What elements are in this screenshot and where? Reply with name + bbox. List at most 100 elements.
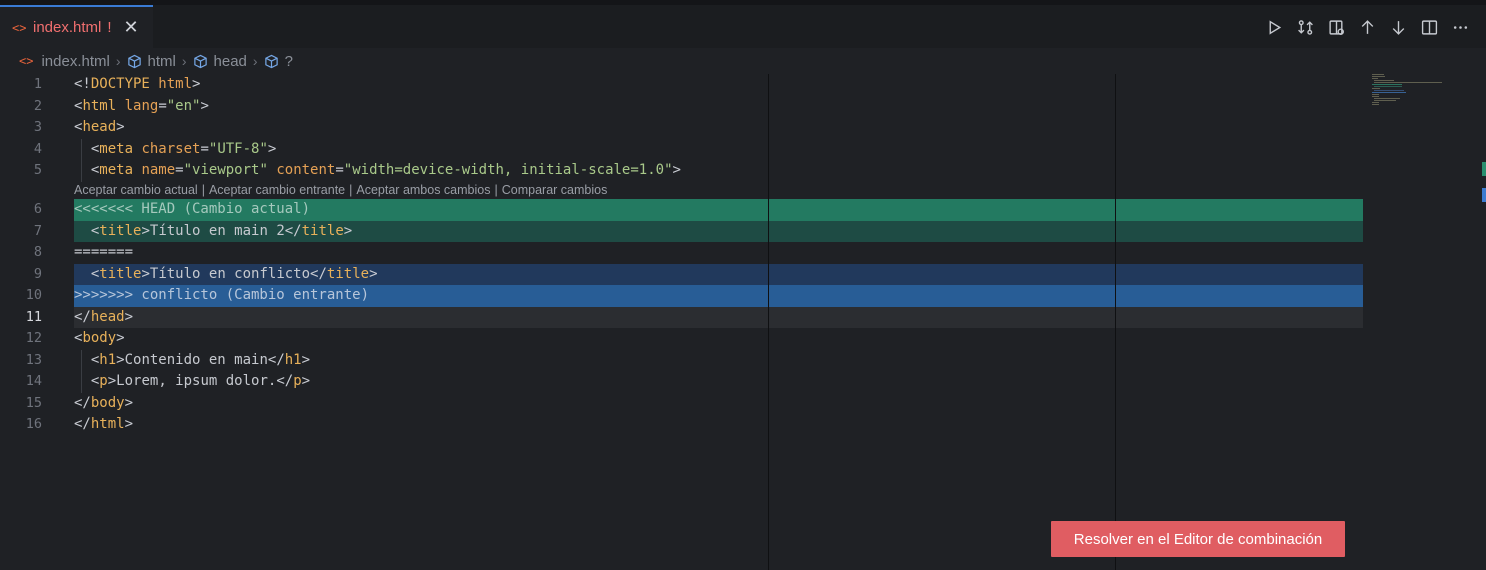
minimap-line	[1374, 100, 1396, 101]
html-file-icon: <>	[12, 20, 27, 35]
punct: </	[267, 351, 285, 368]
attribute-value: "UTF-8"	[208, 140, 268, 157]
conflict-separator-line: =======	[74, 242, 1363, 264]
code-line: <meta name="viewport" content="width=dev…	[74, 160, 1363, 182]
open-changes-icon[interactable]	[1321, 13, 1352, 41]
tag-name: body	[90, 394, 125, 411]
compare-changes-link[interactable]: Comparar cambios	[502, 183, 608, 197]
minimap[interactable]	[1370, 74, 1480, 134]
code-line: <html lang="en">	[74, 96, 1363, 118]
run-icon[interactable]	[1259, 13, 1290, 41]
code-line: <head>	[74, 117, 1363, 139]
code-line: <!DOCTYPE html>	[74, 74, 1363, 96]
split-editor-icon[interactable]	[1414, 13, 1445, 41]
attribute-name: charset	[133, 140, 201, 157]
conflict-incoming-line: <title>Título en conflicto</title>	[74, 263, 1363, 285]
compare-changes-icon[interactable]	[1290, 13, 1321, 41]
conflict-separator: =======	[74, 244, 134, 260]
line-number: 14	[25, 373, 42, 389]
text-content: Título en conflicto	[149, 265, 311, 282]
breadcrumb-html[interactable]: html	[127, 53, 176, 70]
accept-current-change-link[interactable]: Aceptar cambio actual	[74, 183, 198, 197]
minimap-line	[1372, 78, 1378, 79]
line-number: 13	[25, 351, 42, 368]
breadcrumb-label: head	[213, 52, 247, 70]
resolve-in-merge-editor-button[interactable]: Resolver en el Editor de combinación	[1051, 521, 1345, 557]
close-icon[interactable]: ✕	[124, 17, 139, 38]
attribute-value: "en"	[166, 97, 201, 114]
minimap-line	[1374, 86, 1402, 87]
line-number: 4	[33, 140, 42, 157]
code-line: </html>	[74, 414, 1363, 436]
tag-name: title	[326, 265, 370, 282]
line-number: 3	[33, 119, 42, 135]
line-number: 8	[33, 244, 42, 260]
tag-name: DOCTYPE	[90, 76, 150, 92]
editor-tab-bar: <> index.html ! ✕	[0, 0, 1486, 48]
punct: >	[192, 76, 201, 92]
punct: >	[116, 351, 125, 368]
next-conflict-icon[interactable]	[1383, 13, 1414, 41]
minimap-line	[1372, 84, 1402, 85]
editor-ruler	[768, 74, 769, 570]
conflict-marker-text: >>>>>>> conflicto (Cambio entrante)	[74, 287, 370, 303]
chevron-right-icon: ›	[115, 53, 121, 69]
punct: >	[141, 222, 150, 239]
editor-toolbar	[1259, 13, 1476, 41]
punct: =	[175, 162, 184, 178]
tag-name: p	[293, 373, 302, 389]
accept-incoming-change-link[interactable]: Aceptar cambio entrante	[209, 183, 345, 197]
line-number: 9	[33, 265, 42, 282]
punct: </	[74, 394, 91, 411]
punct: >	[124, 416, 134, 432]
attribute-name: lang	[116, 97, 159, 114]
line-number: 15	[25, 394, 42, 411]
attribute-name: content	[267, 162, 336, 178]
code-editor[interactable]: 1 2 3 4 5 6 7 8 9 10 11 12 13 14 15 16 <…	[0, 74, 1486, 570]
punct: >	[343, 222, 353, 239]
punct: >	[672, 162, 681, 178]
punct: </	[284, 222, 302, 239]
tag-name: title	[99, 222, 142, 239]
minimap-line	[1372, 92, 1406, 93]
punct: </	[310, 265, 327, 282]
attribute-value: "width=device-width, initial-scale=1.0"	[343, 162, 673, 178]
tag-name: head	[90, 308, 125, 325]
line-number: 10	[25, 287, 42, 303]
punct: <!	[74, 76, 91, 92]
minimap-line	[1372, 76, 1385, 77]
breadcrumb-file[interactable]: <> index.html	[19, 53, 110, 70]
punct: </	[276, 373, 294, 389]
breadcrumb-head[interactable]: head	[193, 53, 247, 70]
punct: =	[335, 162, 344, 178]
code-line: <body>	[74, 328, 1363, 350]
punct: >	[301, 373, 311, 389]
breadcrumb-label: ?	[284, 52, 293, 70]
tag-name: head	[82, 119, 117, 135]
conflict-marker-text: <<<<<<< HEAD (Cambio actual)	[74, 201, 311, 217]
code-line: <h1>Contenido en main</h1>	[74, 350, 1363, 372]
more-actions-icon[interactable]	[1445, 13, 1476, 41]
symbol-element-icon	[127, 54, 141, 68]
minimap-line	[1372, 96, 1379, 97]
punct: >	[301, 351, 311, 368]
chevron-right-icon: ›	[252, 53, 258, 69]
chevron-right-icon: ›	[181, 53, 187, 69]
tag-name: h1	[99, 351, 117, 368]
minimap-line	[1372, 88, 1380, 89]
breadcrumb-unknown[interactable]: ?	[264, 53, 293, 70]
tab-index-html[interactable]: <> index.html ! ✕	[0, 5, 153, 48]
code-line: </body>	[74, 393, 1363, 415]
punct: =	[200, 140, 209, 157]
minimap-line	[1372, 104, 1379, 105]
accept-both-changes-link[interactable]: Aceptar ambos cambios	[356, 183, 490, 197]
overview-current-marker	[1482, 162, 1486, 176]
minimap-line	[1374, 90, 1404, 91]
text-content: Título en main 2	[149, 222, 285, 239]
previous-conflict-icon[interactable]	[1352, 13, 1383, 41]
punct: </	[74, 416, 91, 432]
breadcrumb: <> index.html › html › head › ?	[0, 48, 1486, 74]
